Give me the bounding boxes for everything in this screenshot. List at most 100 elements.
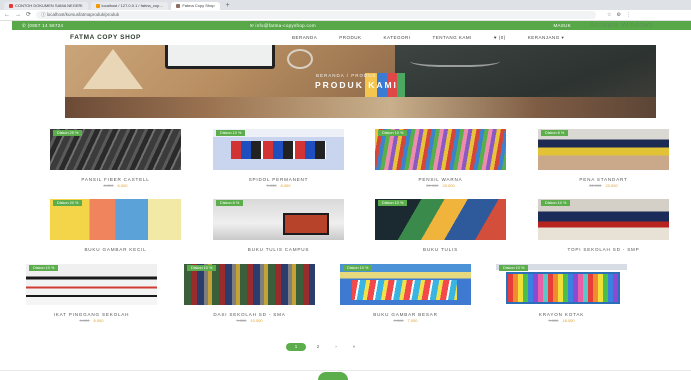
main-navbar: FATMA COPY SHOP BERANDA PRODUK KATEGORI … bbox=[12, 30, 691, 45]
browser-tab-bar: CONTOH DOKUMEN SAMA NEGERI localhost / 1… bbox=[0, 0, 691, 10]
old-price: 8.000 bbox=[103, 183, 114, 188]
product-name[interactable]: BUKU GAMBAR BESAR bbox=[340, 312, 471, 317]
next-page-button[interactable]: › bbox=[330, 343, 342, 351]
browser-menu-icon[interactable]: ⋮ bbox=[626, 12, 631, 18]
tab-favicon-icon bbox=[176, 4, 181, 8]
old-price: 9.000 bbox=[236, 318, 247, 323]
page-title: PRODUK KAMI bbox=[315, 80, 398, 90]
old-price: 9.000 bbox=[548, 318, 559, 323]
product-name[interactable]: PENSIL WARNA bbox=[375, 177, 506, 182]
new-price: 8.000 bbox=[93, 318, 104, 323]
nav-item-beranda[interactable]: BERANDA bbox=[292, 35, 317, 41]
product-prices: 9.000 8.000 bbox=[213, 183, 344, 188]
hero-banner: BERANDA / PRODUK PRODUK KAMI bbox=[65, 45, 656, 118]
tab-label: Fatma Copy Shop bbox=[182, 3, 215, 8]
banner-ruler-triangle bbox=[83, 49, 143, 89]
banner-tablet bbox=[165, 45, 275, 69]
new-price: 8.000 bbox=[280, 183, 291, 188]
product-image[interactable]: Diskon 10 % bbox=[375, 199, 506, 240]
discount-badge: Diskon 20 % bbox=[53, 200, 83, 206]
product-image[interactable]: Diskon 10 % bbox=[496, 264, 627, 305]
product-name[interactable]: SPIDOL PERMANENT bbox=[213, 177, 344, 182]
product-prices: 22.000 20.000 bbox=[375, 183, 506, 188]
banner-chalk-writing bbox=[410, 53, 500, 67]
product-image[interactable]: Diskon 10 % bbox=[184, 264, 315, 305]
pagination: 1 2 › » bbox=[286, 343, 360, 351]
product-name[interactable]: BUKU TULIS bbox=[375, 247, 506, 252]
nav-item-tentang-kami[interactable]: TENTANG KAMI bbox=[432, 35, 471, 41]
url-input[interactable]: ⓘ localhost/kursusfatmaproduk/produk bbox=[36, 11, 597, 19]
new-price: 7.000 bbox=[407, 318, 418, 323]
extensions-icon[interactable]: ⚙ bbox=[617, 12, 621, 18]
url-text: localhost/kursusfatmaproduk/produk bbox=[46, 12, 120, 17]
nav-item-wishlist[interactable]: ♥ (0) bbox=[494, 35, 506, 41]
forward-icon[interactable]: → bbox=[15, 10, 21, 21]
discount-badge: Diskon 10 % bbox=[343, 265, 373, 271]
new-price: 20.000 bbox=[442, 183, 455, 188]
tab-favicon-icon bbox=[95, 4, 100, 8]
product-image[interactable]: Diskon 25 % bbox=[50, 129, 181, 170]
discount-badge: Diskon 10 % bbox=[29, 265, 59, 271]
discount-badge: Diskon 10 % bbox=[499, 265, 529, 271]
site-brand-logo[interactable]: FATMA COPY SHOP bbox=[70, 34, 292, 41]
product-name[interactable]: DASI SEKOLAH SD - SMA bbox=[184, 312, 315, 317]
new-price: 20.000 bbox=[605, 183, 618, 188]
discount-badge: Diskon 10 % bbox=[378, 130, 408, 136]
old-price: 9.000 bbox=[79, 318, 90, 323]
nav-item-produk[interactable]: PRODUK bbox=[339, 35, 361, 41]
nav-menu: BERANDA PRODUK KATEGORI TENTANG KAMI ♥ (… bbox=[292, 35, 564, 41]
contact-email[interactable]: ✉ info@fatma-copyshop.com bbox=[250, 23, 554, 29]
nav-item-kategori[interactable]: KATEGORI bbox=[384, 35, 411, 41]
bookmark-star-icon[interactable]: ☆ bbox=[607, 12, 611, 18]
discount-badge: Diskon 25 % bbox=[53, 130, 83, 136]
discount-badge: Diskon 10 % bbox=[378, 200, 408, 206]
activate-windows-watermark: Activate Windows bbox=[590, 22, 654, 29]
new-price: 18.000 bbox=[562, 318, 575, 323]
product-image[interactable]: Diskon 8 % bbox=[213, 199, 344, 240]
product-prices: 9.000 7.000 bbox=[340, 318, 471, 323]
browser-tab-active[interactable]: Fatma Copy Shop bbox=[171, 2, 220, 10]
product-image[interactable]: Diskon 10 % bbox=[538, 199, 669, 240]
browser-tab[interactable]: localhost / 127.0.0.1 / fatma_cop… bbox=[90, 2, 169, 10]
product-name[interactable]: PENA STANDART bbox=[538, 177, 669, 182]
product-prices: 9.000 8.000 bbox=[26, 318, 157, 323]
breadcrumb: BERANDA / PRODUK bbox=[316, 73, 377, 78]
last-page-button[interactable]: » bbox=[348, 343, 360, 351]
footer-divider bbox=[0, 370, 691, 371]
login-link[interactable]: MASUK bbox=[553, 23, 571, 28]
product-image[interactable]: Diskon 10 % bbox=[213, 129, 344, 170]
product-image[interactable]: Diskon 20 % bbox=[50, 199, 181, 240]
product-prices: 22.000 20.000 bbox=[538, 183, 669, 188]
product-name[interactable]: PANSIL FIBER CASTELL bbox=[50, 177, 181, 182]
discount-badge: Diskon 8 % bbox=[216, 200, 244, 206]
browser-toolbar-icons: ☆ ⚙ ⋮ bbox=[607, 12, 631, 18]
discount-badge: Diskon 8 % bbox=[541, 130, 569, 136]
product-prices: 8.000 6.000 bbox=[50, 183, 181, 188]
discount-badge: Diskon 10 % bbox=[541, 200, 571, 206]
back-icon[interactable]: ← bbox=[4, 10, 10, 21]
banner-desk-image bbox=[65, 97, 656, 118]
product-image[interactable]: Diskon 10 % bbox=[375, 129, 506, 170]
discount-badge: Diskon 10 % bbox=[187, 265, 217, 271]
product-name[interactable]: TOPI SEKOLAH SD - SMP bbox=[538, 247, 669, 252]
product-name[interactable]: IKAT PINGGANG SEKOLAH bbox=[26, 312, 157, 317]
product-image[interactable]: Diskon 10 % bbox=[26, 264, 157, 305]
product-image[interactable]: Diskon 10 % bbox=[340, 264, 471, 305]
scroll-top-button[interactable] bbox=[318, 372, 348, 380]
product-name[interactable]: KRAYON KOTAK bbox=[496, 312, 627, 317]
reload-icon[interactable]: ⟳ bbox=[26, 10, 31, 21]
product-name[interactable]: BUKU TULIS CAMPUS bbox=[213, 247, 344, 252]
page-2-button[interactable]: 2 bbox=[312, 343, 324, 351]
product-image[interactable]: Diskon 8 % bbox=[538, 129, 669, 170]
tab-favicon-icon bbox=[9, 4, 13, 8]
browser-address-bar: ← → ⟳ ⓘ localhost/kursusfatmaproduk/prod… bbox=[0, 10, 691, 21]
new-tab-button[interactable]: + bbox=[223, 2, 233, 10]
banner-scissors bbox=[287, 49, 313, 69]
site-info-icon[interactable]: ⓘ bbox=[41, 12, 46, 17]
discount-badge: Diskon 10 % bbox=[216, 130, 246, 136]
product-prices: 9.000 10.000 bbox=[184, 318, 315, 323]
product-name[interactable]: BUKU GAMBAR KECIL bbox=[50, 247, 181, 252]
page-1-button[interactable]: 1 bbox=[286, 343, 306, 351]
nav-item-keranjang[interactable]: KERANJANG ▾ bbox=[528, 35, 565, 41]
old-price: 22.000 bbox=[426, 183, 439, 188]
